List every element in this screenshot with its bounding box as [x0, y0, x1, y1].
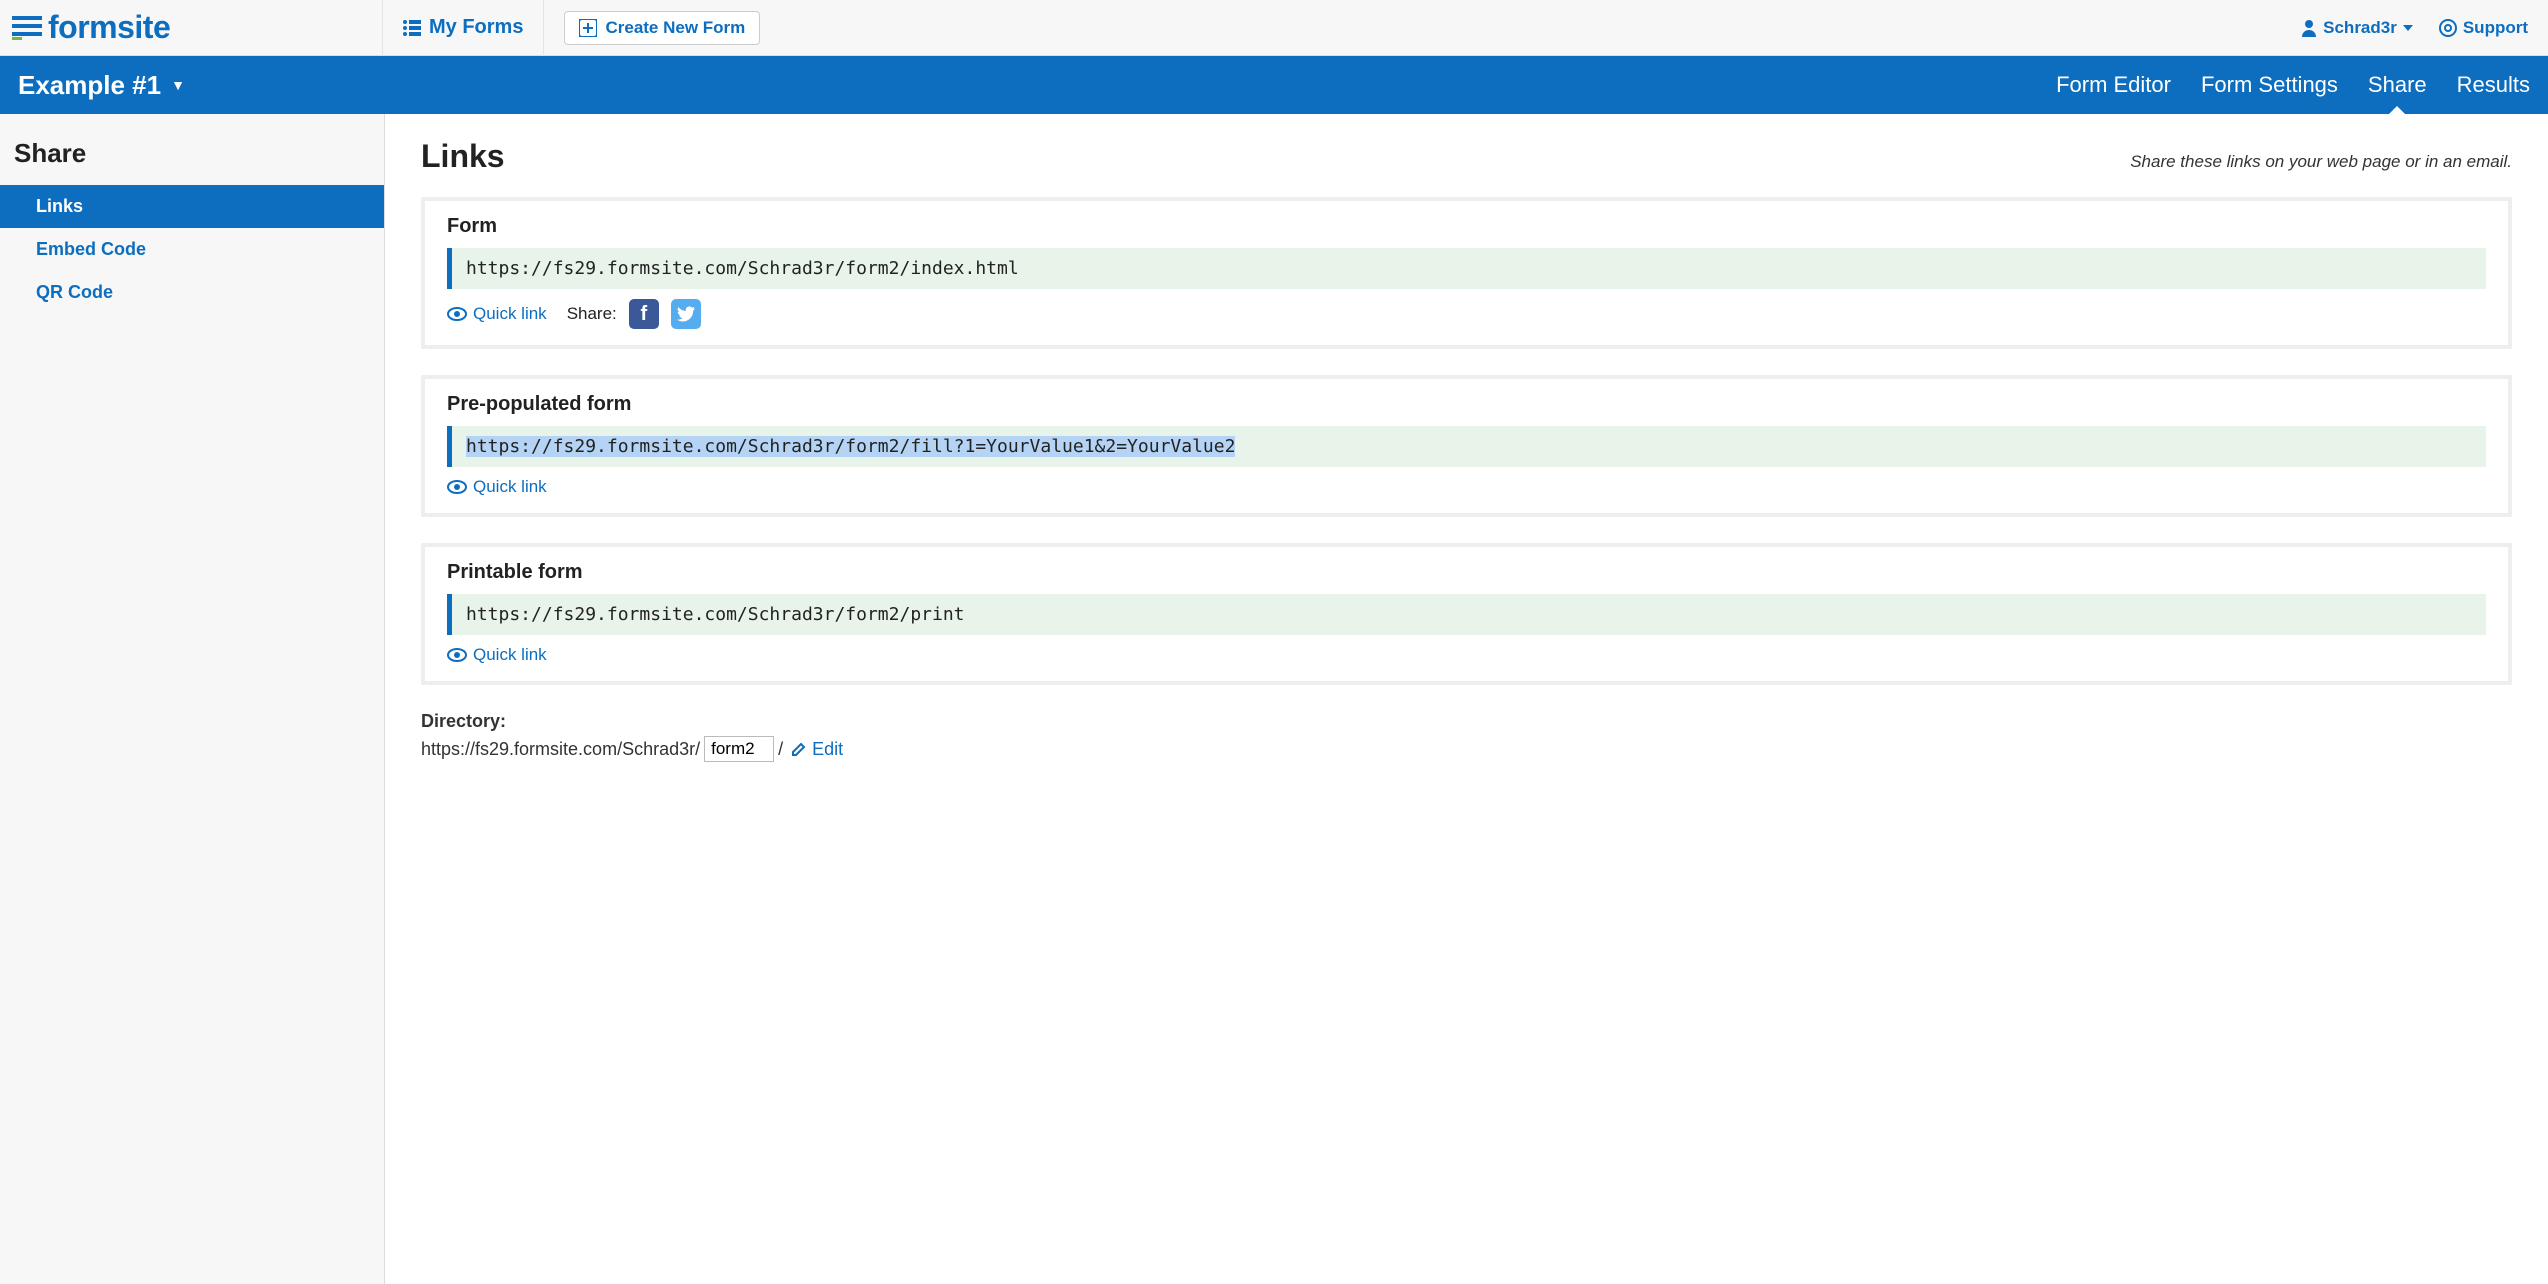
sidebar-title: Share: [0, 134, 384, 185]
quick-link-label: Quick link: [473, 304, 547, 324]
card-actions: Quick link: [447, 477, 2486, 497]
create-label: Create New Form: [605, 18, 745, 38]
nav-form-settings[interactable]: Form Settings: [2201, 72, 2338, 98]
quick-link-label: Quick link: [473, 477, 547, 497]
facebook-icon[interactable]: f: [629, 299, 659, 329]
nav-share[interactable]: Share: [2368, 72, 2427, 98]
form-selector[interactable]: Example #1 ▼: [18, 70, 185, 101]
page-title: Links: [421, 138, 505, 175]
top-bar: formsite My Forms Create New Form S: [0, 0, 2548, 56]
page-subtitle: Share these links on your web page or in…: [2130, 152, 2512, 172]
sidebar-item-qr-code[interactable]: QR Code: [0, 271, 384, 314]
support-icon: [2439, 19, 2457, 37]
brand-logo[interactable]: formsite: [12, 9, 382, 46]
card-actions: Quick link Share: f: [447, 299, 2486, 329]
quick-link[interactable]: Quick link: [447, 304, 547, 324]
eye-icon: [447, 480, 467, 494]
directory-edit-link[interactable]: Edit: [791, 739, 843, 760]
top-right: Schrad3r Support: [2301, 18, 2534, 38]
chevron-down-icon: [2403, 25, 2413, 31]
chevron-down-icon: ▼: [171, 77, 185, 93]
url-text: https://fs29.formsite.com/Schrad3r/form2…: [466, 436, 1235, 457]
form-nav: Example #1 ▼ Form Editor Form Settings Sha…: [0, 56, 2548, 114]
card-heading: Pre-populated form: [447, 393, 2486, 416]
my-forms-link[interactable]: My Forms: [382, 0, 544, 56]
directory-block: Directory: https://fs29.formsite.com/Sch…: [421, 711, 2512, 762]
link-card-printable-form: Printable form https://fs29.formsite.com/…: [421, 543, 2512, 685]
quick-link-label: Quick link: [473, 645, 547, 665]
brand-name: formsite: [48, 9, 170, 46]
url-box[interactable]: https://fs29.formsite.com/Schrad3r/form2…: [447, 594, 2486, 635]
list-icon: [403, 20, 421, 36]
link-card-pre-populated-form: Pre-populated form https://fs29.formsite.…: [421, 375, 2512, 517]
share-sidebar: Share LinksEmbed CodeQR Code: [0, 114, 385, 1284]
card-heading: Form: [447, 215, 2486, 238]
form-title: Example #1: [18, 70, 161, 101]
user-menu[interactable]: Schrad3r: [2301, 18, 2413, 38]
card-actions: Quick link: [447, 645, 2486, 665]
url-box[interactable]: https://fs29.formsite.com/Schrad3r/form2…: [447, 248, 2486, 289]
support-label: Support: [2463, 18, 2528, 38]
directory-suffix: /: [778, 739, 783, 760]
directory-label: Directory:: [421, 711, 2512, 732]
eye-icon: [447, 648, 467, 662]
eye-icon: [447, 307, 467, 321]
card-heading: Printable form: [447, 561, 2486, 584]
plus-icon: [579, 19, 597, 37]
directory-input[interactable]: [704, 736, 774, 762]
quick-link[interactable]: Quick link: [447, 477, 547, 497]
user-icon: [2301, 19, 2317, 37]
pencil-icon: [791, 741, 807, 757]
sidebar-item-links[interactable]: Links: [0, 185, 384, 228]
url-text: https://fs29.formsite.com/Schrad3r/form2…: [466, 604, 965, 625]
main-content: Links Share these links on your web page…: [385, 114, 2548, 1284]
edit-label: Edit: [812, 739, 843, 760]
username: Schrad3r: [2323, 18, 2397, 38]
url-text: https://fs29.formsite.com/Schrad3r/form2…: [466, 258, 1019, 279]
nav-form-editor[interactable]: Form Editor: [2056, 72, 2171, 98]
twitter-icon[interactable]: [671, 299, 701, 329]
nav-results[interactable]: Results: [2457, 72, 2530, 98]
support-link[interactable]: Support: [2439, 18, 2528, 38]
directory-prefix: https://fs29.formsite.com/Schrad3r/: [421, 739, 700, 760]
link-card-form: Form https://fs29.formsite.com/Schrad3r/f…: [421, 197, 2512, 349]
quick-link[interactable]: Quick link: [447, 645, 547, 665]
create-new-form-button[interactable]: Create New Form: [564, 11, 760, 45]
logo-icon: [12, 14, 42, 42]
url-box[interactable]: https://fs29.formsite.com/Schrad3r/form2…: [447, 426, 2486, 467]
my-forms-label: My Forms: [429, 16, 523, 39]
sidebar-item-embed-code[interactable]: Embed Code: [0, 228, 384, 271]
share-label: Share:: [567, 304, 617, 324]
